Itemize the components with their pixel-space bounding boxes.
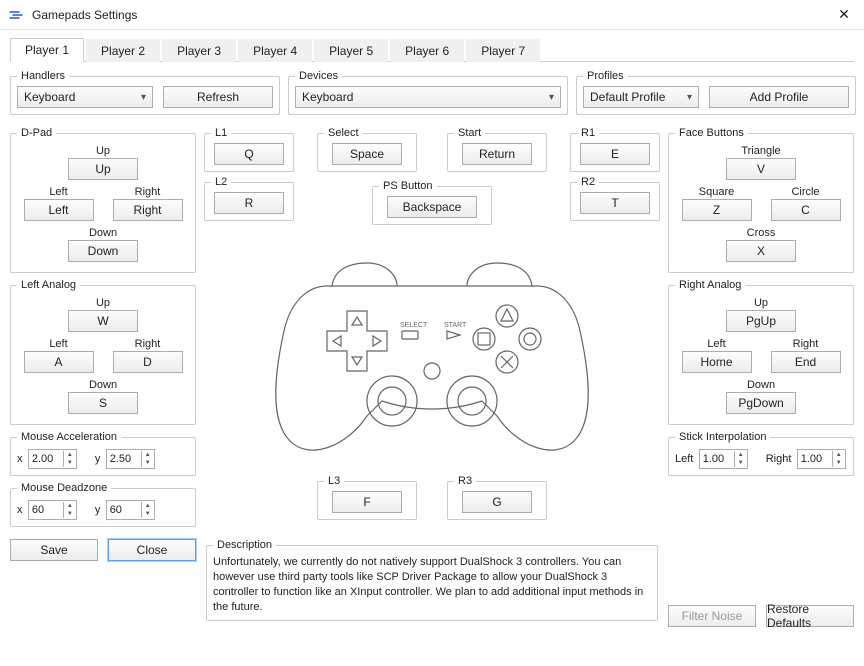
dpad-group: D-Pad UpUp LeftLeft RightRight DownDown	[10, 127, 196, 273]
l2-group: L2R	[204, 176, 294, 221]
description-group: Description Unfortunately, we currently …	[206, 539, 658, 621]
ps-button[interactable]: Backspace	[387, 196, 477, 218]
ranalog-down-button[interactable]: PgDown	[726, 392, 796, 414]
mouse-deadzone-group: Mouse Deadzone x 60▲▼ y 60▲▼	[10, 482, 196, 527]
save-button[interactable]: Save	[10, 539, 98, 561]
right-analog-group: Right Analog UpPgUp LeftHome RightEnd Do…	[668, 279, 854, 425]
start-group: StartReturn	[447, 127, 547, 172]
chevron-down-icon: ▾	[687, 92, 692, 103]
spinner-up-icon[interactable]: ▲	[142, 502, 154, 510]
chevron-down-icon: ▾	[549, 92, 554, 103]
handlers-group: Handlers Keyboard▾ Refresh	[10, 70, 280, 115]
tab-player-5[interactable]: Player 5	[314, 39, 388, 62]
svg-text:START: START	[444, 322, 467, 329]
l3-button[interactable]: F	[332, 491, 402, 513]
tab-player-7[interactable]: Player 7	[466, 39, 540, 62]
spinner-down-icon[interactable]: ▼	[64, 459, 76, 467]
window-close-button[interactable]: ✕	[832, 6, 856, 23]
r1-group: R1E	[570, 127, 660, 172]
l1-button[interactable]: Q	[214, 143, 284, 165]
handlers-legend: Handlers	[17, 70, 69, 82]
spinner-up-icon[interactable]: ▲	[833, 451, 845, 459]
add-profile-button[interactable]: Add Profile	[709, 86, 849, 108]
face-buttons-group: Face Buttons TriangleV SquareZ CircleC C…	[668, 127, 854, 273]
player-tabs: Player 1 Player 2 Player 3 Player 4 Play…	[10, 38, 854, 62]
lanalog-up-button[interactable]: W	[68, 310, 138, 332]
dpad-left-button[interactable]: Left	[24, 199, 94, 221]
select-button[interactable]: Space	[332, 143, 402, 165]
start-button[interactable]: Return	[462, 143, 532, 165]
controller-icon: SELECT START	[252, 231, 612, 471]
r1-button[interactable]: E	[580, 143, 650, 165]
window-title: Gamepads Settings	[32, 8, 832, 22]
chevron-down-icon: ▾	[141, 92, 146, 103]
ranalog-right-button[interactable]: End	[771, 351, 841, 373]
spinner-up-icon[interactable]: ▲	[64, 451, 76, 459]
profiles-legend: Profiles	[583, 70, 628, 82]
close-button[interactable]: Close	[108, 539, 196, 561]
devices-legend: Devices	[295, 70, 342, 82]
dpad-up-button[interactable]: Up	[68, 158, 138, 180]
face-triangle-button[interactable]: V	[726, 158, 796, 180]
ranalog-left-button[interactable]: Home	[682, 351, 752, 373]
ps-button-group: PS ButtonBackspace	[372, 180, 492, 225]
svg-text:SELECT: SELECT	[400, 322, 428, 329]
app-logo-icon	[8, 7, 24, 23]
face-square-button[interactable]: Z	[682, 199, 752, 221]
l1-group: L1Q	[204, 127, 294, 172]
dpad-down-button[interactable]: Down	[68, 240, 138, 262]
devices-group: Devices Keyboard▾	[288, 70, 568, 115]
r2-button[interactable]: T	[580, 192, 650, 214]
tab-player-4[interactable]: Player 4	[238, 39, 312, 62]
l3-group: L3F	[317, 475, 417, 520]
filter-noise-button[interactable]: Filter Noise	[668, 605, 756, 627]
spinner-down-icon[interactable]: ▼	[142, 510, 154, 518]
face-circle-button[interactable]: C	[771, 199, 841, 221]
profiles-group: Profiles Default Profile▾ Add Profile	[576, 70, 856, 115]
devices-select[interactable]: Keyboard▾	[295, 86, 561, 108]
spinner-up-icon[interactable]: ▲	[64, 502, 76, 510]
face-cross-button[interactable]: X	[726, 240, 796, 262]
handlers-select[interactable]: Keyboard▾	[17, 86, 153, 108]
left-analog-group: Left Analog UpW LeftA RightD DownS	[10, 279, 196, 425]
spinner-down-icon[interactable]: ▼	[142, 459, 154, 467]
r2-group: R2T	[570, 176, 660, 221]
description-text: Unfortunately, we currently do not nativ…	[213, 555, 651, 614]
tab-player-6[interactable]: Player 6	[390, 39, 464, 62]
spinner-down-icon[interactable]: ▼	[735, 459, 747, 467]
titlebar: Gamepads Settings ✕	[0, 0, 864, 30]
r3-button[interactable]: G	[462, 491, 532, 513]
mouse-accel-group: Mouse Acceleration x 2.00▲▼ y 2.50▲▼	[10, 431, 196, 476]
refresh-button[interactable]: Refresh	[163, 86, 273, 108]
spinner-down-icon[interactable]: ▼	[64, 510, 76, 518]
dpad-right-button[interactable]: Right	[113, 199, 183, 221]
mouse-dead-y-spinner[interactable]: 60▲▼	[106, 500, 155, 520]
stick-interp-right-spinner[interactable]: 1.00▲▼	[797, 449, 846, 469]
tab-player-2[interactable]: Player 2	[86, 39, 160, 62]
mouse-accel-y-spinner[interactable]: 2.50▲▼	[106, 449, 155, 469]
tab-player-3[interactable]: Player 3	[162, 39, 236, 62]
select-group: SelectSpace	[317, 127, 417, 172]
l2-button[interactable]: R	[214, 192, 284, 214]
r3-group: R3G	[447, 475, 547, 520]
ranalog-up-button[interactable]: PgUp	[726, 310, 796, 332]
spinner-down-icon[interactable]: ▼	[833, 459, 845, 467]
spinner-up-icon[interactable]: ▲	[735, 451, 747, 459]
mouse-accel-x-spinner[interactable]: 2.00▲▼	[28, 449, 77, 469]
spinner-up-icon[interactable]: ▲	[142, 451, 154, 459]
profiles-select[interactable]: Default Profile▾	[583, 86, 699, 108]
stick-interpolation-group: Stick Interpolation Left 1.00▲▼ Right 1.…	[668, 431, 854, 476]
restore-defaults-button[interactable]: Restore Defaults	[766, 605, 854, 627]
lanalog-down-button[interactable]: S	[68, 392, 138, 414]
lanalog-left-button[interactable]: A	[24, 351, 94, 373]
mouse-dead-x-spinner[interactable]: 60▲▼	[28, 500, 77, 520]
lanalog-right-button[interactable]: D	[113, 351, 183, 373]
stick-interp-left-spinner[interactable]: 1.00▲▼	[699, 449, 748, 469]
tab-player-1[interactable]: Player 1	[10, 38, 84, 62]
